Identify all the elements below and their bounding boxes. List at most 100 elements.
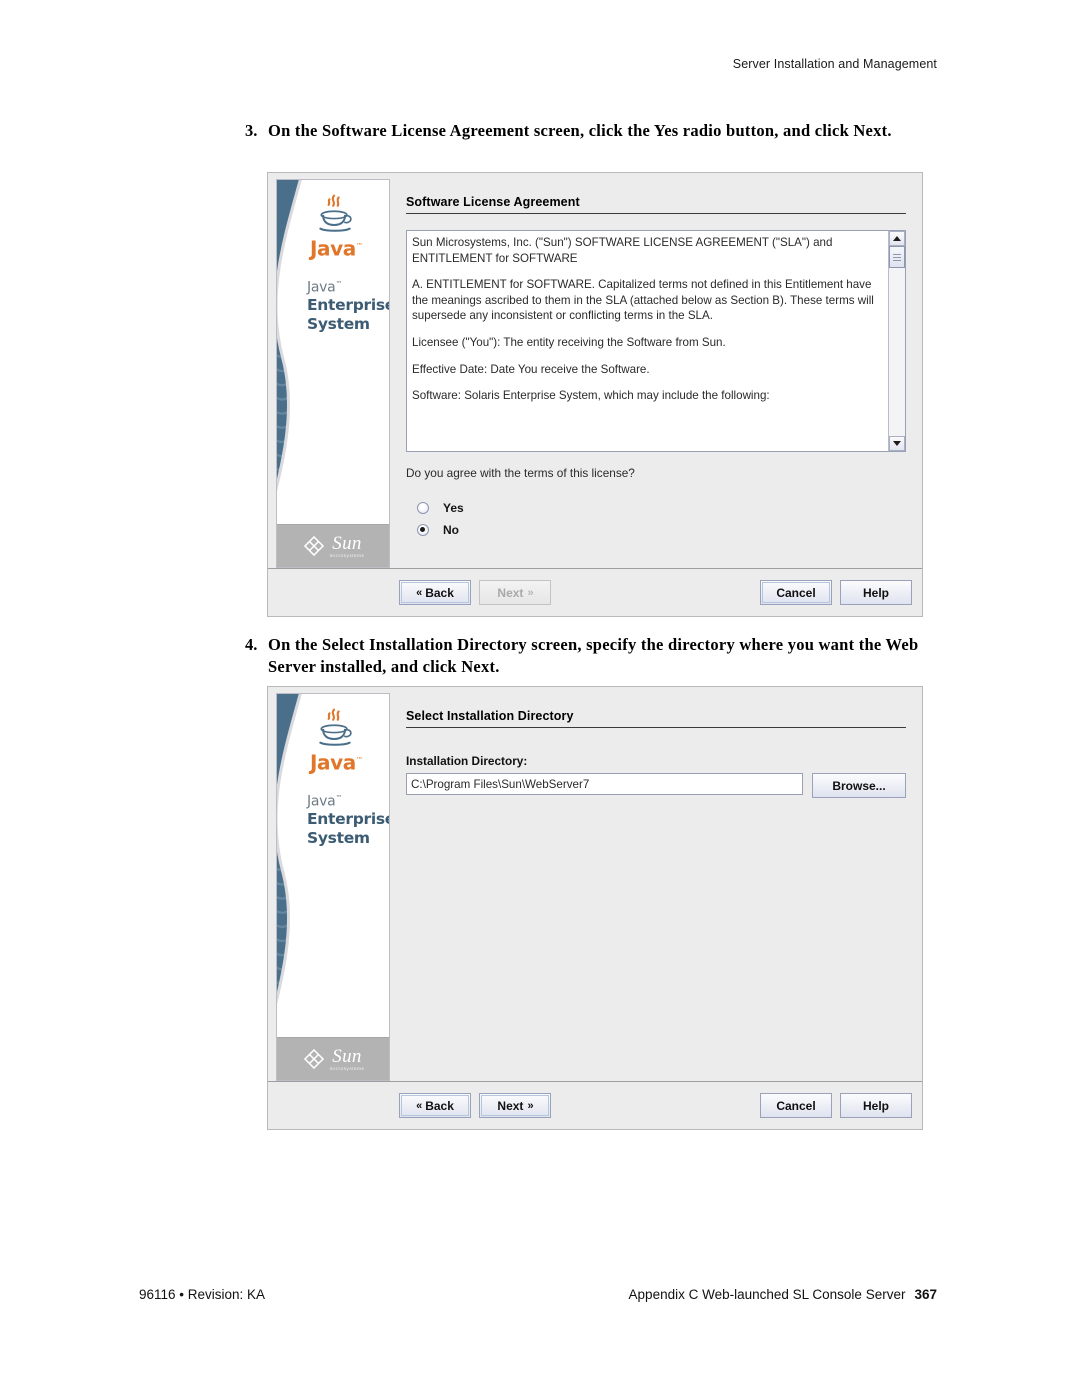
scroll-down-button[interactable]: [889, 436, 905, 451]
browse-button-label: Browse...: [832, 778, 886, 793]
arrow-down-icon: [893, 441, 901, 446]
dialog-body: Java™ Java™ Enterprise System Sun micros…: [268, 173, 922, 568]
chevron-left-icon: «: [416, 1099, 422, 1112]
java-coffee-cup-icon: [319, 708, 352, 746]
scrollbar-track[interactable]: [889, 246, 905, 436]
navigation-buttons: « Back Next »: [399, 1093, 551, 1118]
browse-button[interactable]: Browse...: [812, 773, 906, 798]
license-paragraph: A. ENTITLEMENT for SOFTWARE. Capitalized…: [412, 278, 874, 323]
step-text: On the Select Installation Directory scr…: [268, 635, 919, 676]
grip-line-icon: [893, 253, 901, 255]
radio-yes-label: Yes: [443, 501, 464, 515]
product-name-line2: Enterprise: [307, 296, 389, 315]
banner-content: Java™ Java™ Enterprise System: [277, 694, 389, 847]
cancel-button-label: Cancel: [776, 585, 816, 600]
sun-wordmark: Sun microsystems: [329, 532, 365, 558]
pane-spacer: [406, 798, 906, 1081]
action-buttons: Cancel Help: [760, 1093, 912, 1118]
java-coffee-cup-icon: [319, 194, 352, 232]
select-installation-directory-dialog: Java™ Java™ Enterprise System Sun micros…: [267, 686, 923, 1130]
java-enterprise-system-banner: Java™ Java™ Enterprise System Sun micros…: [276, 693, 390, 1081]
dialog-button-bar: « Back Next » Cancel Help: [268, 1081, 922, 1129]
footer-document-id: 96116 • Revision: KA: [139, 1287, 266, 1302]
next-button-label: Next: [497, 585, 524, 600]
installation-directory-input[interactable]: C:\Program Files\Sun\WebServer7: [406, 773, 803, 795]
sun-microsystems-logo: Sun microsystems: [277, 524, 389, 567]
grip-line-icon: [893, 259, 901, 261]
dialog-button-bar: « Back Next » Cancel Help: [268, 568, 922, 616]
back-button-label: Back: [425, 585, 454, 600]
next-button-label: Next: [497, 1098, 524, 1113]
chevron-right-icon: »: [527, 1099, 533, 1112]
step-text: On the Software License Agreement screen…: [268, 121, 892, 140]
arrow-up-icon: [893, 236, 901, 241]
back-button-label: Back: [425, 1098, 454, 1113]
banner-artwork: Java™ Java™ Enterprise System: [277, 180, 389, 524]
java-enterprise-system-banner: Java™ Java™ Enterprise System Sun micros…: [276, 179, 390, 568]
java-wordmark: Java™: [310, 750, 363, 775]
installation-directory-label: Installation Directory:: [406, 754, 528, 768]
license-agreement-radio-group: Yes No: [406, 497, 906, 541]
banner-artwork: Java™ Java™ Enterprise System: [277, 694, 389, 1037]
product-name-line1: Java™: [307, 793, 343, 810]
grip-line-icon: [893, 256, 901, 258]
pane-title: Software License Agreement: [406, 195, 906, 214]
license-pane: Software License Agreement Sun Microsyst…: [390, 173, 922, 568]
license-paragraph: Licensee ("You"): The entity receiving t…: [412, 335, 726, 349]
action-buttons: Cancel Help: [760, 580, 912, 605]
pane-title: Select Installation Directory: [406, 709, 906, 728]
pane-spacer: [406, 541, 906, 568]
help-button[interactable]: Help: [840, 1093, 912, 1118]
radio-yes-icon[interactable]: [417, 502, 429, 514]
scrollbar-thumb[interactable]: [889, 246, 905, 268]
banner-content: Java™ Java™ Enterprise System: [277, 180, 389, 333]
license-paragraph: Effective Date: Date You receive the Sof…: [412, 362, 650, 376]
sun-microsystems-logo: Sun microsystems: [277, 1037, 389, 1080]
instruction-step-3: 3. On the Software License Agreement scr…: [245, 120, 945, 142]
cancel-button[interactable]: Cancel: [760, 580, 832, 605]
back-button[interactable]: « Back: [399, 1093, 471, 1118]
sun-wordmark: Sun microsystems: [329, 1045, 365, 1071]
help-button-label: Help: [862, 1098, 889, 1113]
footer-chapter-title: Appendix C Web-launched SL Console Serve…: [628, 1287, 906, 1302]
license-text-area[interactable]: Sun Microsystems, Inc. ("Sun") SOFTWARE …: [406, 230, 906, 452]
dialog-body: Java™ Java™ Enterprise System Sun micros…: [268, 687, 922, 1081]
license-paragraph: Software: Solaris Enterprise System, whi…: [412, 389, 770, 403]
page-number: 367: [914, 1287, 937, 1302]
chevron-right-icon: »: [527, 586, 533, 599]
directory-pane: Select Installation Directory Installati…: [390, 687, 922, 1081]
running-head: Server Installation and Management: [732, 57, 937, 71]
navigation-buttons: « Back Next »: [399, 580, 551, 605]
product-name-line3: System: [307, 828, 370, 847]
license-scrollbar[interactable]: [888, 231, 905, 451]
software-license-agreement-dialog: Java™ Java™ Enterprise System Sun micros…: [267, 172, 923, 617]
chevron-left-icon: «: [416, 586, 422, 599]
radio-no-label: No: [443, 523, 459, 537]
radio-no-icon[interactable]: [417, 524, 429, 536]
cancel-button[interactable]: Cancel: [760, 1093, 832, 1118]
java-wordmark: Java™: [310, 236, 363, 261]
radio-option-no[interactable]: No: [417, 519, 906, 541]
license-question: Do you agree with the terms of this lice…: [406, 466, 635, 480]
page-footer: 96116 • Revision: KA Appendix C Web-laun…: [139, 1287, 937, 1305]
sun-diamond-icon: [303, 535, 324, 557]
help-button-label: Help: [862, 585, 889, 600]
license-text-content: Sun Microsystems, Inc. ("Sun") SOFTWARE …: [407, 231, 888, 451]
next-button[interactable]: Next »: [479, 1093, 551, 1118]
product-name-line2: Enterprise: [307, 810, 389, 829]
cancel-button-label: Cancel: [776, 1098, 816, 1113]
help-button[interactable]: Help: [840, 580, 912, 605]
installation-directory-row: C:\Program Files\Sun\WebServer7 Browse..…: [406, 773, 906, 798]
scroll-up-button[interactable]: [889, 231, 905, 246]
footer-chapter: Appendix C Web-launched SL Console Serve…: [629, 1287, 937, 1302]
step-number: 4.: [245, 635, 258, 654]
instruction-step-4: 4. On the Select Installation Directory …: [245, 634, 945, 677]
step-number: 3.: [245, 121, 258, 140]
product-name-line1: Java™: [307, 279, 343, 296]
product-name-line3: System: [307, 314, 370, 333]
sun-diamond-icon: [303, 1048, 324, 1070]
back-button[interactable]: « Back: [399, 580, 471, 605]
radio-option-yes[interactable]: Yes: [417, 497, 906, 519]
next-button: Next »: [479, 580, 551, 605]
license-paragraph: Sun Microsystems, Inc. ("Sun") SOFTWARE …: [412, 236, 833, 265]
